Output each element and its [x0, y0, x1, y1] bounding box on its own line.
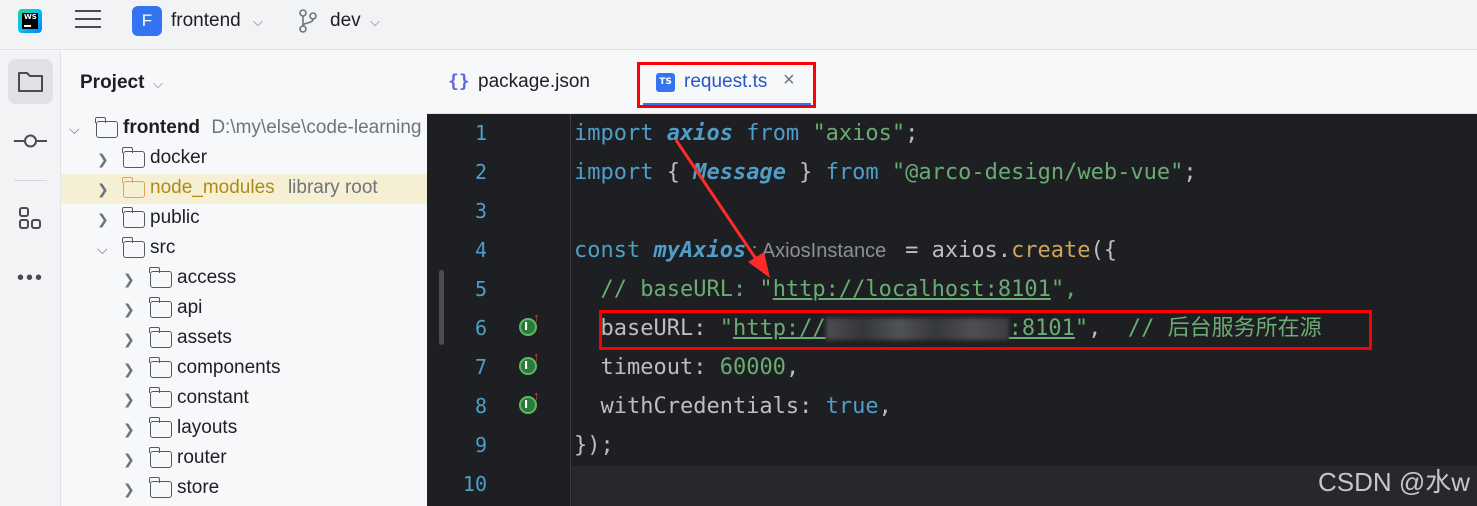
annotation-arrow: [674, 139, 770, 278]
watermark: CSDN @水w: [1318, 467, 1471, 497]
